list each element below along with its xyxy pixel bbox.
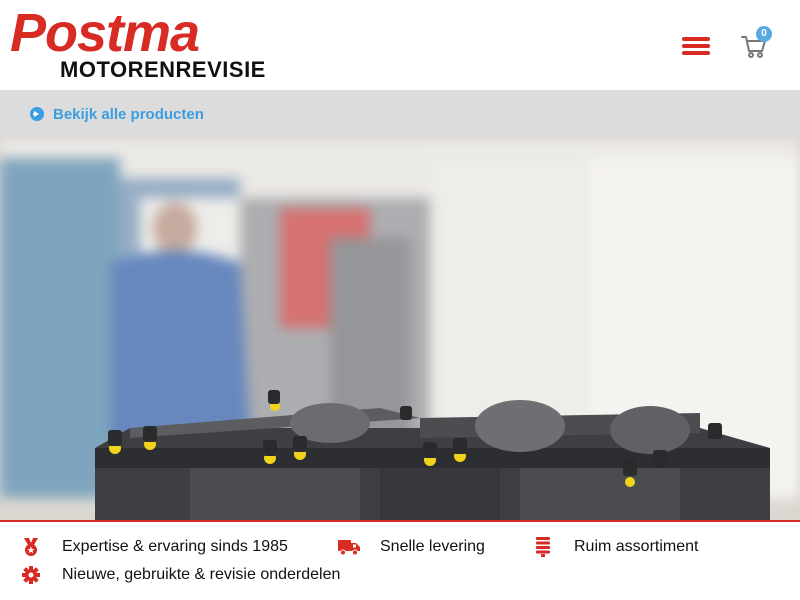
medal-icon xyxy=(20,536,42,558)
usp-label: Ruim assortiment xyxy=(574,538,699,555)
logo-wordmark: Postma xyxy=(10,3,200,63)
gear-icon xyxy=(20,564,42,586)
hero-image xyxy=(0,138,800,520)
hamburger-menu-icon[interactable] xyxy=(680,33,712,57)
usp-item-delivery: Snelle levering xyxy=(338,536,485,558)
usp-item-assortment: Ruim assortiment xyxy=(532,536,698,558)
products-bar: Bekijk alle producten xyxy=(0,90,800,138)
logo-tagline: MOTORENREVISIE xyxy=(60,57,266,82)
usp-bar: Expertise & ervaring sinds 1985 Snelle l… xyxy=(0,520,800,600)
usp-item-parts: Nieuwe, gebruikte & revisie onderdelen xyxy=(20,564,340,586)
view-all-products-label: Bekijk alle producten xyxy=(53,105,204,123)
truck-icon xyxy=(338,536,360,558)
engine-block-illustration xyxy=(95,390,770,520)
site-header: Postma MOTORENREVISIE 0 xyxy=(0,0,800,90)
view-all-products-link[interactable]: Bekijk alle producten xyxy=(30,105,204,123)
cart-button[interactable]: 0 xyxy=(740,26,776,62)
usp-label: Expertise & ervaring sinds 1985 xyxy=(62,538,288,555)
cart-count-badge: 0 xyxy=(756,26,772,42)
logo[interactable]: Postma MOTORENREVISIE xyxy=(10,6,300,86)
usp-label: Snelle levering xyxy=(380,538,485,555)
arrow-circle-right-icon xyxy=(30,107,44,121)
list-icon xyxy=(532,536,554,558)
usp-label: Nieuwe, gebruikte & revisie onderdelen xyxy=(62,566,341,583)
usp-item-expertise: Expertise & ervaring sinds 1985 xyxy=(20,536,288,558)
